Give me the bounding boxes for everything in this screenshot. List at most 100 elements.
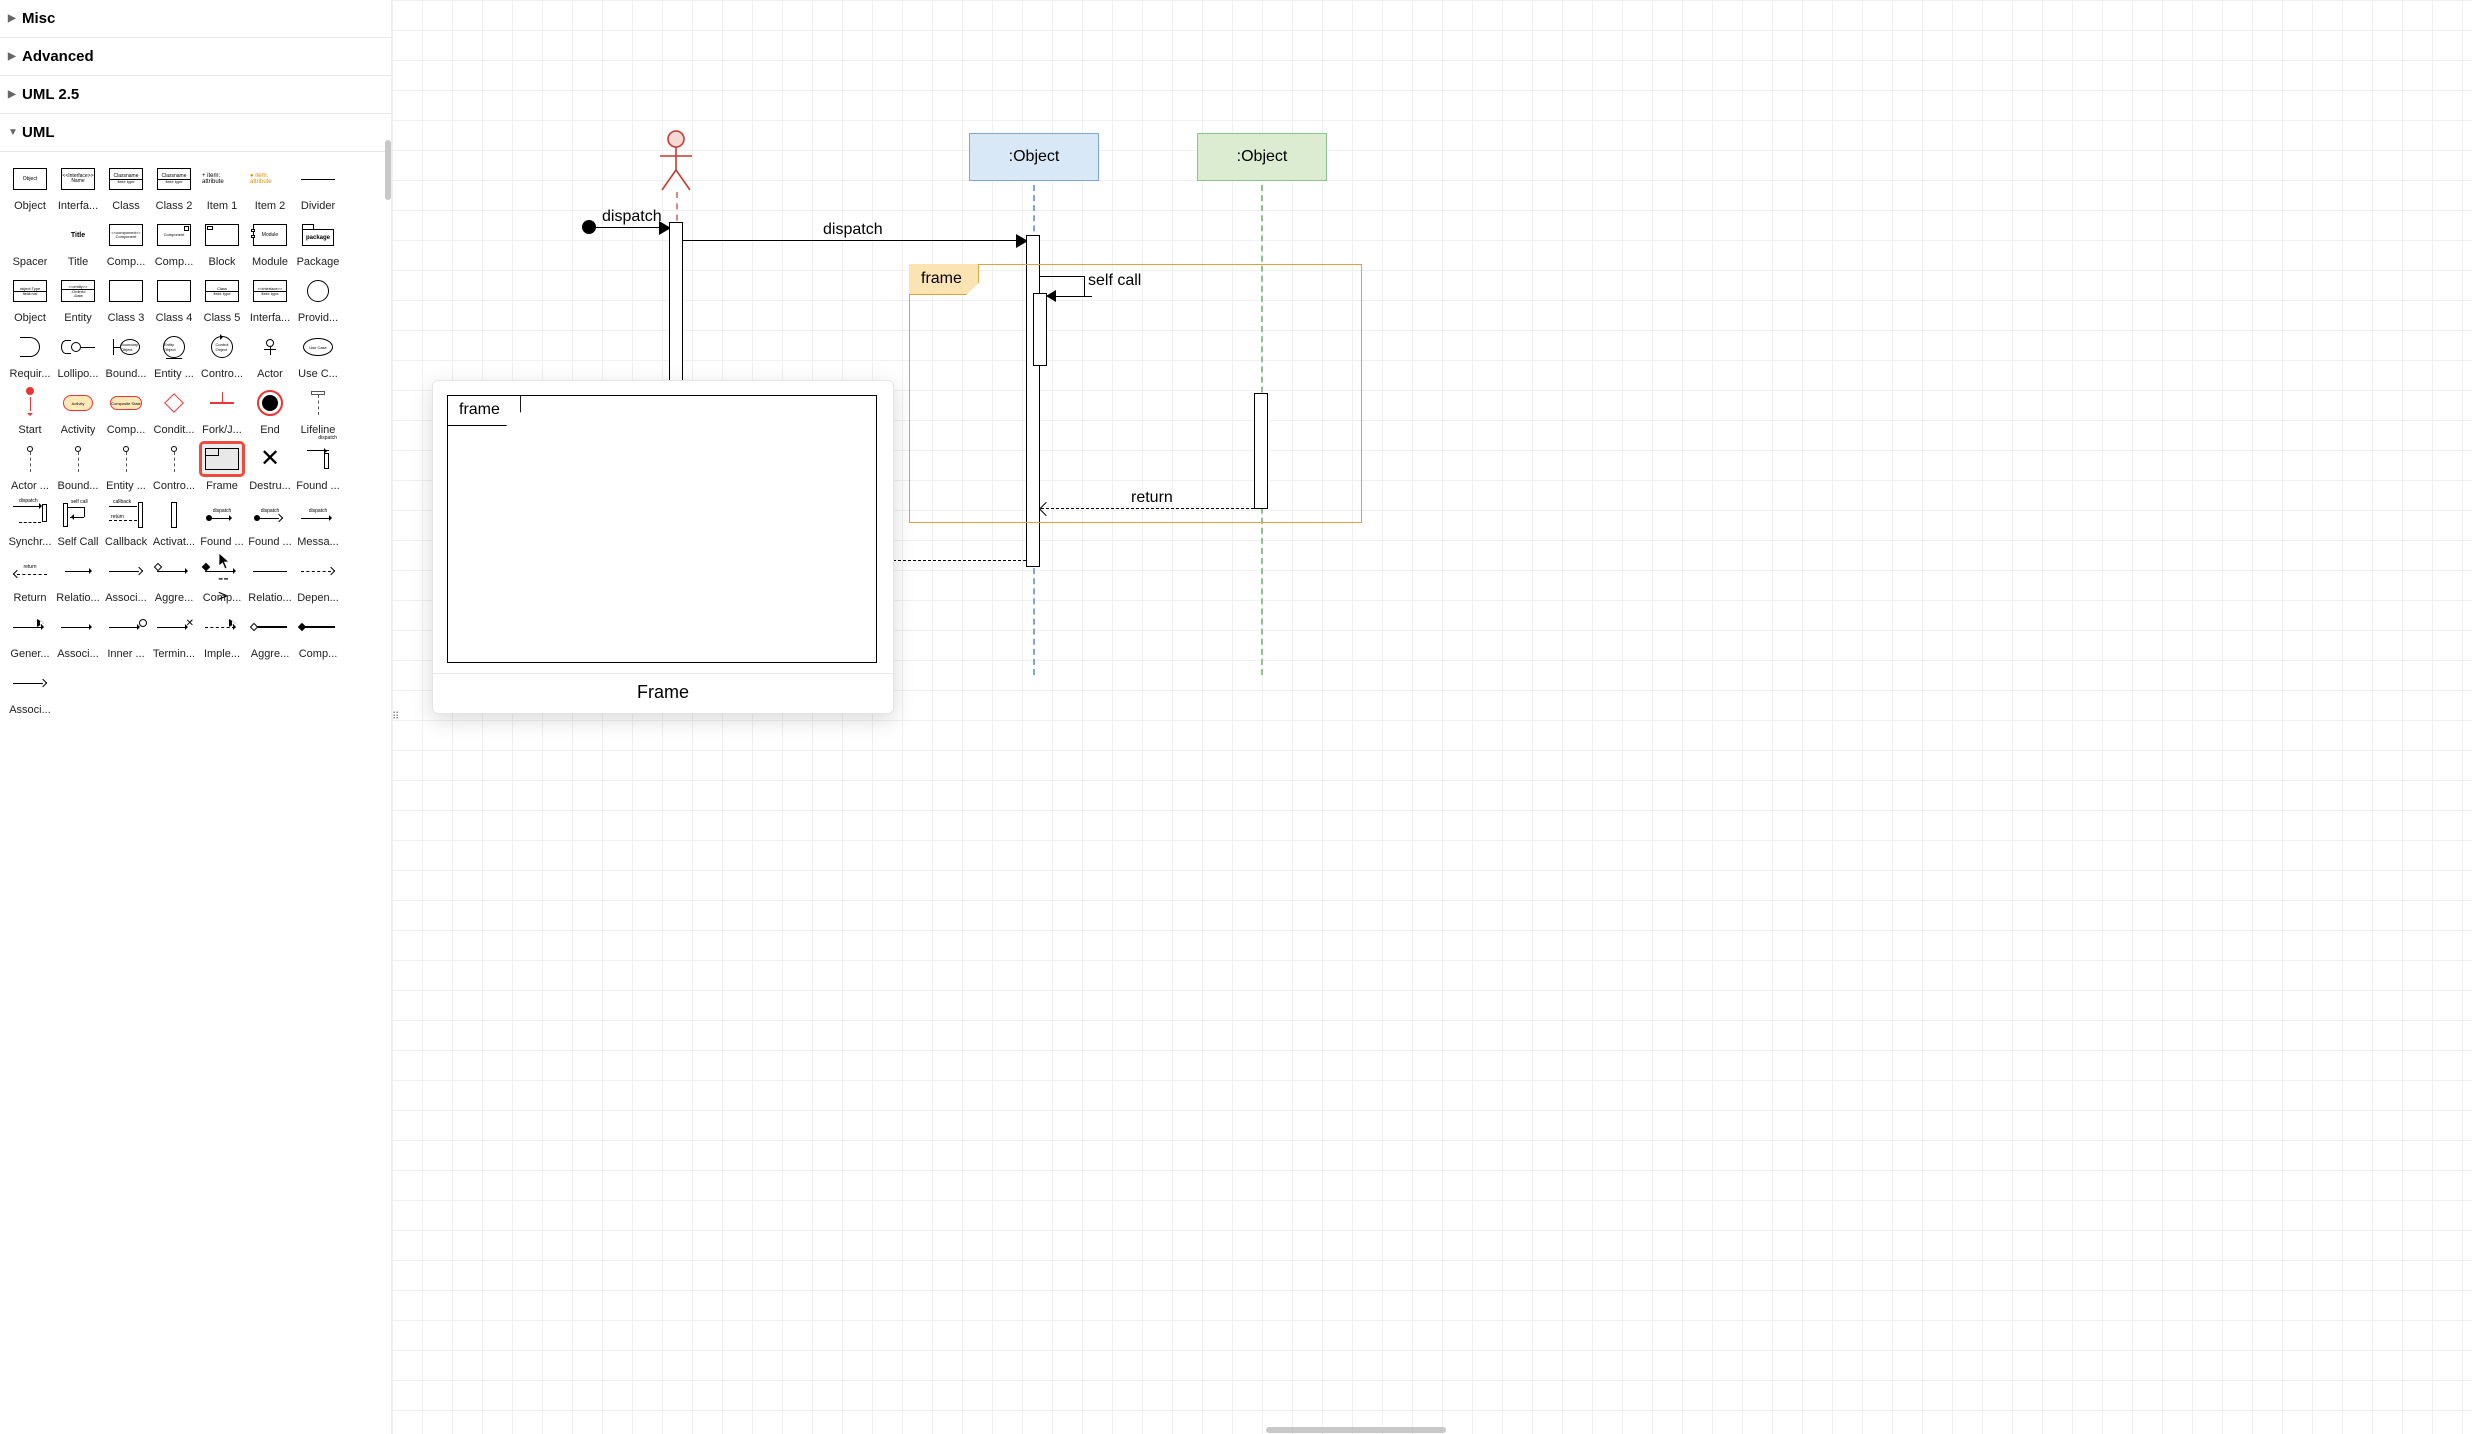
shape-associ3[interactable]: Associ... — [6, 668, 54, 716]
shape-condit[interactable]: Condit... — [150, 388, 198, 436]
shape-interface[interactable]: <<Interface>>NameInterfa... — [54, 164, 102, 212]
section-uml25[interactable]: ▶ UML 2.5 — [0, 76, 391, 114]
section-misc[interactable]: ▶ Misc — [0, 0, 391, 38]
shape-thumb-icon: object:Typefield=val — [10, 276, 50, 306]
shape-title[interactable]: TitleTitle — [54, 220, 102, 268]
shape-end[interactable]: End — [246, 388, 294, 436]
shape-interfa2[interactable]: <<interface>>field: typeInterfa... — [246, 276, 294, 324]
section-label: UML — [22, 124, 55, 141]
shape-preview-tooltip: frame Frame — [432, 380, 894, 714]
shape-object2[interactable]: object:Typefield=valObject — [6, 276, 54, 324]
shape-gener[interactable]: Gener... — [6, 612, 54, 660]
shape-return[interactable]: returnReturn — [6, 556, 54, 604]
shape-item1[interactable]: + item: attributeItem 1 — [198, 164, 246, 212]
shape-inner[interactable]: Inner ... — [102, 612, 150, 660]
shape-controll[interactable]: Contro... — [150, 444, 198, 492]
shape-actorll[interactable]: Actor ... — [6, 444, 54, 492]
shape-label: Imple... — [204, 648, 240, 660]
shape-compstate[interactable]: Composite StateComp... — [102, 388, 150, 436]
shape-lifeline[interactable]: Lifeline — [294, 388, 342, 436]
shape-messa[interactable]: dispatchMessa... — [294, 500, 342, 548]
shape-relatio2[interactable]: Relatio... — [246, 556, 294, 604]
shape-aggre2[interactable]: Aggre... — [246, 612, 294, 660]
shape-divider[interactable]: Divider — [294, 164, 342, 212]
shape-spacer[interactable]: Spacer — [6, 220, 54, 268]
shape-label: Inner ... — [107, 648, 144, 660]
shape-label: Termin... — [153, 648, 195, 660]
shape-usecase[interactable]: Use CaseUse C... — [294, 332, 342, 380]
shape-item2[interactable]: ● item: attributeItem 2 — [246, 164, 294, 212]
shape-aggre1[interactable]: Aggre... — [150, 556, 198, 604]
shape-object[interactable]: ObjectObject — [6, 164, 54, 212]
shape-label: Class 5 — [204, 312, 241, 324]
shape-synchr[interactable]: dispatchSynchr... — [6, 500, 54, 548]
shape-activity[interactable]: ActivityActivity — [54, 388, 102, 436]
shape-thumb-icon — [10, 612, 50, 642]
shape-entityll[interactable]: Entity ... — [102, 444, 150, 492]
shape-package[interactable]: packagePackage — [294, 220, 342, 268]
shape-relatio1[interactable]: Relatio... — [54, 556, 102, 604]
shape-found2[interactable]: dispatchFound ... — [246, 500, 294, 548]
shape-thumb-icon — [58, 612, 98, 642]
shape-found[interactable]: dispatchFound ... — [294, 444, 342, 492]
shape-comp1[interactable]: <<component>>ComponentComp... — [102, 220, 150, 268]
interaction-frame[interactable]: frame — [909, 264, 1362, 523]
sidebar-scrollbar[interactable] — [385, 140, 391, 200]
shape-label: Contro... — [201, 368, 243, 380]
shape-thumb-icon — [154, 276, 194, 306]
message-actor-to-blue[interactable]: dispatch — [683, 240, 1027, 241]
shape-class2[interactable]: Classnamefield: typeClass 2 — [150, 164, 198, 212]
message-found-dispatch[interactable]: dispatch — [596, 227, 670, 228]
shape-class[interactable]: Classnamefield: typeClass — [102, 164, 150, 212]
shape-bound[interactable]: BoundaryObjectBound... — [102, 332, 150, 380]
caret-right-icon: ▶ — [8, 51, 18, 62]
shape-label: Class 3 — [108, 312, 145, 324]
shape-thumb-icon — [154, 500, 194, 530]
shape-imple[interactable]: Imple... — [198, 612, 246, 660]
shape-label: Interfa... — [58, 200, 98, 212]
message-return[interactable]: return — [1041, 508, 1254, 509]
shape-class4[interactable]: Class 4 — [150, 276, 198, 324]
shape-lollipop[interactable]: Lollipo... — [54, 332, 102, 380]
shape-class3[interactable]: Class 3 — [102, 276, 150, 324]
shape-module[interactable]: ModuleModule — [246, 220, 294, 268]
shape-activat[interactable]: Activat... — [150, 500, 198, 548]
section-advanced[interactable]: ▶ Advanced — [0, 38, 391, 76]
section-uml[interactable]: ▼ UML — [0, 114, 391, 152]
shape-selfcall[interactable]: self callSelf Call — [54, 500, 102, 548]
shape-forkj[interactable]: Fork/J... — [198, 388, 246, 436]
shape-destru[interactable]: ✕Destru... — [246, 444, 294, 492]
activation-blue-nested[interactable] — [1033, 293, 1047, 366]
shape-frame[interactable]: Frame — [198, 444, 246, 492]
shape-label: Lollipo... — [58, 368, 99, 380]
shape-requir[interactable]: Requir... — [6, 332, 54, 380]
shape-class5[interactable]: Classfield: typeClass 5 — [198, 276, 246, 324]
object-box-green[interactable]: :Object — [1197, 133, 1327, 181]
shape-found1[interactable]: dispatchFound ... — [198, 500, 246, 548]
diagram-canvas[interactable]: :Object :Object dispatch dispatch — [392, 0, 2472, 1434]
shape-depen[interactable]: Depen... — [294, 556, 342, 604]
shape-provid[interactable]: Provid... — [294, 276, 342, 324]
shape-entity[interactable]: <<entity>>-OrderId-DateEntity — [54, 276, 102, 324]
shape-termin[interactable]: ✕Termin... — [150, 612, 198, 660]
shape-entityo[interactable]: Entity ObjectEntity ... — [150, 332, 198, 380]
start-event[interactable] — [582, 220, 596, 234]
shape-thumb-icon — [250, 332, 290, 362]
shape-boundll[interactable]: Bound... — [54, 444, 102, 492]
shape-label: Associ... — [105, 592, 147, 604]
shape-comp4[interactable]: Comp... — [294, 612, 342, 660]
shape-thumb-icon — [154, 556, 194, 586]
shape-start[interactable]: Start — [6, 388, 54, 436]
shape-label: Frame — [206, 480, 238, 492]
shape-comp2[interactable]: ComponentComp... — [150, 220, 198, 268]
object-box-blue[interactable]: :Object — [969, 133, 1099, 181]
shape-associ2[interactable]: Associ... — [54, 612, 102, 660]
actor-figure[interactable] — [656, 130, 696, 192]
shape-callback[interactable]: callbackreturnCallback — [102, 500, 150, 548]
shape-contro[interactable]: ControlObjectContro... — [198, 332, 246, 380]
canvas-horizontal-scrollbar[interactable] — [1266, 1427, 1446, 1433]
shape-block[interactable]: Block — [198, 220, 246, 268]
activation-green[interactable] — [1254, 393, 1268, 509]
shape-actor[interactable]: Actor — [246, 332, 294, 380]
shape-associ1[interactable]: Associ... — [102, 556, 150, 604]
